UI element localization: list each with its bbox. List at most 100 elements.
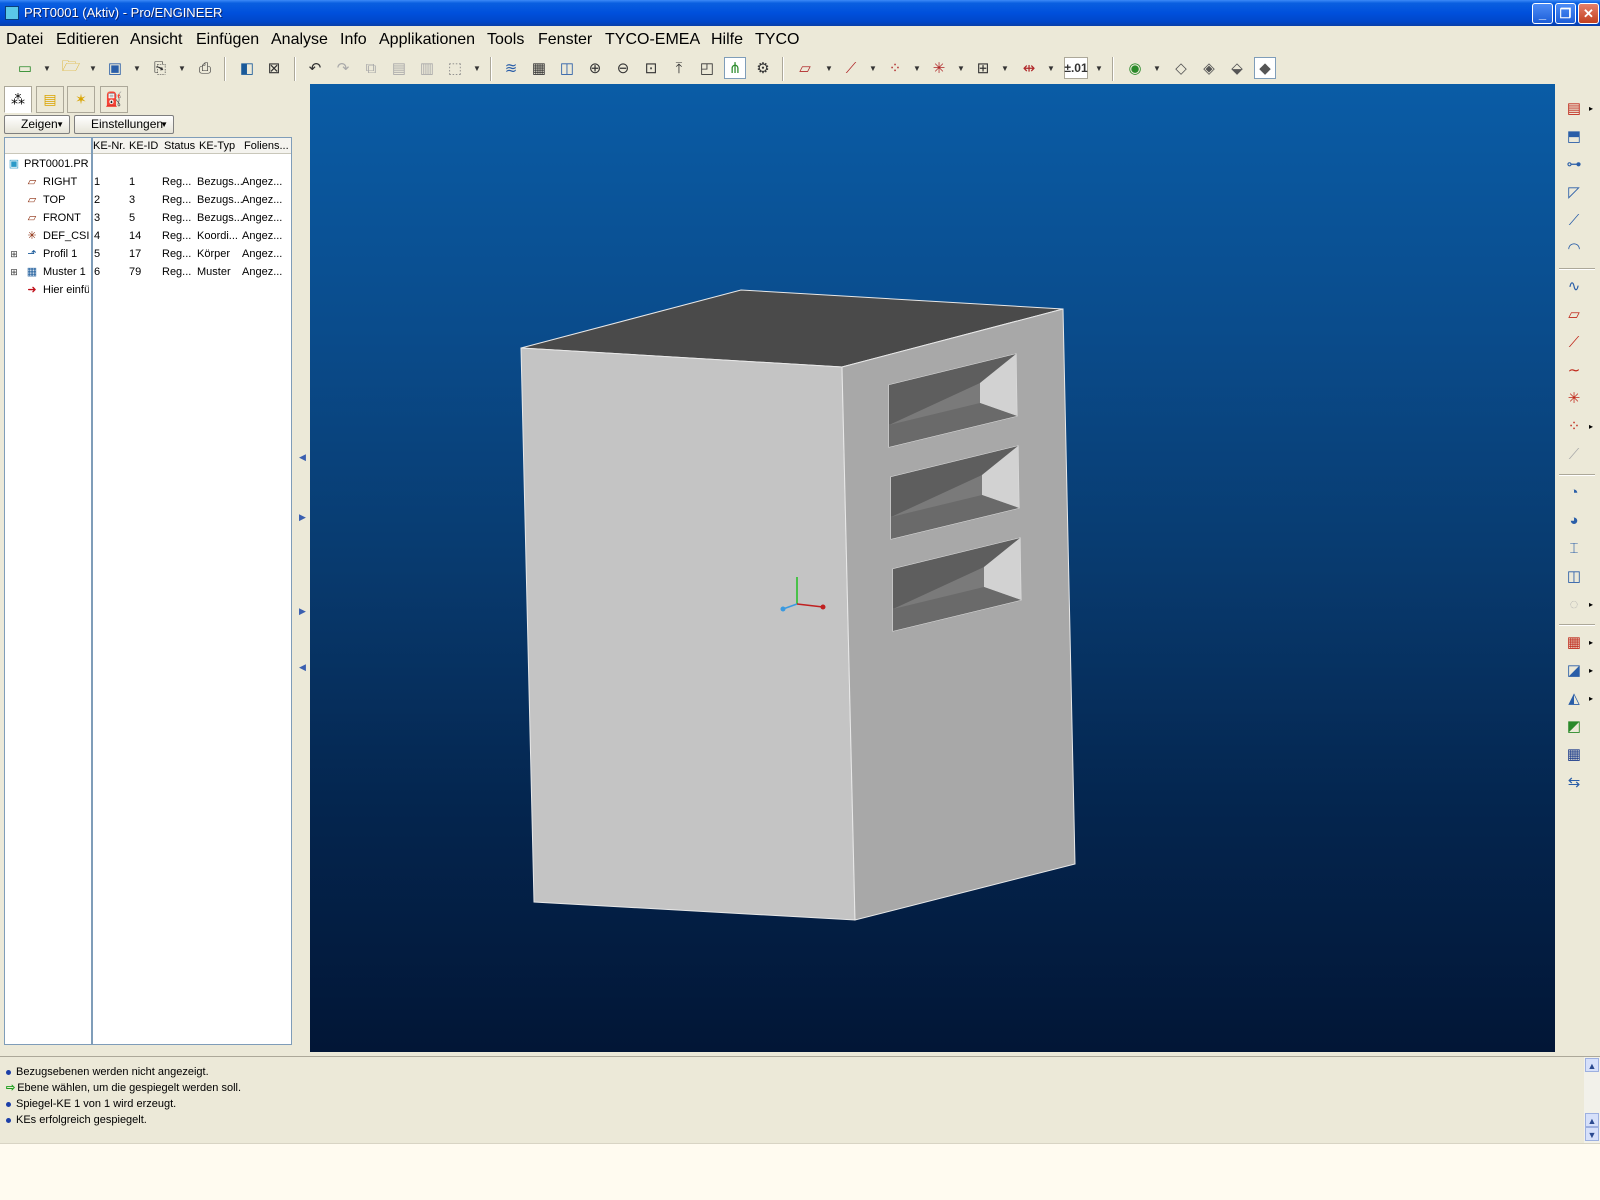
- datum-axis-display-icon[interactable]: ⟋: [840, 57, 862, 79]
- datum-point-display-icon[interactable]: ⁘: [884, 57, 906, 79]
- sketch-tool-icon[interactable]: ∿: [1563, 276, 1585, 298]
- column-header-layer[interactable]: Foliens...: [244, 138, 290, 154]
- collapse-left-icon[interactable]: ◀: [299, 662, 306, 673]
- chevron-down-icon[interactable]: ▼: [88, 57, 98, 79]
- chevron-down-icon[interactable]: ▼: [1152, 57, 1162, 79]
- tolerance-display-button[interactable]: ±.01: [1064, 57, 1088, 79]
- tree-row-insert-here[interactable]: ➜ Hier einfü: [5, 281, 291, 299]
- rib-tool-icon[interactable]: ◸: [1563, 182, 1585, 204]
- trim-tool-icon[interactable]: ◩: [1563, 716, 1585, 738]
- repaint-icon[interactable]: ◫: [556, 57, 578, 79]
- menu-einfuegen[interactable]: Einfügen: [196, 31, 259, 49]
- annotation-display-icon[interactable]: ⊞: [972, 57, 994, 79]
- expand-icon[interactable]: ⊞: [7, 265, 21, 279]
- maximize-button[interactable]: ❐: [1555, 3, 1576, 24]
- no-hidden-icon[interactable]: ⬙: [1226, 57, 1248, 79]
- message-vertical-scrollbar[interactable]: ▲ ▲ ▼: [1584, 1057, 1600, 1143]
- save-icon[interactable]: ▣: [104, 57, 126, 79]
- menu-tyco-emea[interactable]: TYCO-EMEA: [605, 31, 700, 49]
- model-view[interactable]: [310, 84, 1555, 1052]
- part-front-face[interactable]: [520, 347, 856, 921]
- tree-row-def-csys[interactable]: ✳ DEF_CSI 4 14 Reg... Koordi... Angez...: [5, 227, 291, 245]
- hole-tool-icon[interactable]: ⬒: [1563, 126, 1585, 148]
- datum-plane-tool-icon[interactable]: ▤: [1563, 98, 1585, 120]
- window-activate-icon[interactable]: ◧: [236, 57, 258, 79]
- menu-hilfe[interactable]: Hilfe: [711, 31, 743, 49]
- menu-tyco[interactable]: TYCO: [755, 31, 799, 49]
- tree-row-muster-1[interactable]: ⊞ ▦ Muster 1 6 79 Reg... Muster Angez...: [5, 263, 291, 281]
- expand-right-icon[interactable]: ▸: [1589, 660, 1597, 682]
- blend-tool-icon[interactable]: ◫: [1563, 566, 1585, 588]
- menu-fenster[interactable]: Fenster: [538, 31, 592, 49]
- coordinate-system-display-icon[interactable]: ✳: [928, 57, 950, 79]
- sweep-tool-icon[interactable]: ⌶: [1563, 538, 1585, 560]
- column-header-ke-typ[interactable]: KE-Typ: [199, 138, 235, 154]
- connections-tab-icon[interactable]: ⛽: [100, 86, 128, 113]
- graphics-window[interactable]: [310, 84, 1555, 1052]
- copy-tool-icon[interactable]: ▦: [1563, 632, 1585, 654]
- saved-views-icon[interactable]: ◰: [696, 57, 718, 79]
- draft-tool-icon[interactable]: ⟋: [1563, 210, 1585, 232]
- print-icon[interactable]: ⎙: [194, 57, 216, 79]
- curve-tool-icon[interactable]: ∼: [1563, 360, 1585, 382]
- menu-tools[interactable]: Tools: [487, 31, 524, 49]
- window-close-icon[interactable]: ⊠: [263, 57, 285, 79]
- paste-icon[interactable]: ▤: [388, 57, 410, 79]
- save-copy-icon[interactable]: ⎘: [149, 57, 171, 79]
- chevron-down-icon[interactable]: ▼: [824, 57, 834, 79]
- chevron-down-icon[interactable]: ▼: [1000, 57, 1010, 79]
- datum-plane-display-icon[interactable]: ▱: [794, 57, 816, 79]
- column-header-ke-id[interactable]: KE-ID: [129, 138, 158, 154]
- undo-icon[interactable]: ↶: [304, 57, 326, 79]
- chevron-down-icon[interactable]: ▼: [1094, 57, 1104, 79]
- expand-right-icon[interactable]: ▶: [299, 512, 306, 523]
- paste-special-icon[interactable]: ▥: [416, 57, 438, 79]
- expand-right-icon[interactable]: ▸: [1589, 594, 1597, 616]
- scroll-up-icon[interactable]: ▲: [1585, 1058, 1599, 1072]
- copy-icon[interactable]: ⧉: [360, 57, 382, 79]
- expand-right-icon[interactable]: ▸: [1589, 688, 1597, 710]
- revolve-tool-icon[interactable]: ◕: [1563, 510, 1585, 532]
- mirror-tool-icon[interactable]: ◭: [1563, 688, 1585, 710]
- show-dropdown[interactable]: Zeigen ▼: [4, 115, 70, 134]
- chevron-down-icon[interactable]: ▼: [1046, 57, 1056, 79]
- scroll-down-icon[interactable]: ▼: [1585, 1127, 1599, 1141]
- zoom-out-icon[interactable]: ⊖: [612, 57, 634, 79]
- model-tree-tab-icon[interactable]: ⁂: [4, 86, 32, 113]
- menu-info[interactable]: Info: [340, 31, 367, 49]
- layers-icon[interactable]: ≋: [500, 57, 522, 79]
- expand-right-icon[interactable]: ▸: [1589, 632, 1597, 654]
- csys-tool-icon[interactable]: ✳: [1563, 388, 1585, 410]
- menu-analyse[interactable]: Analyse: [271, 31, 328, 49]
- chevron-down-icon[interactable]: ▼: [868, 57, 878, 79]
- menu-editieren[interactable]: Editieren: [56, 31, 119, 49]
- settings-dropdown[interactable]: Einstellungen ▼: [74, 115, 174, 134]
- tree-row-front[interactable]: ▱ FRONT 3 5 Reg... Bezugs... Angez...: [5, 209, 291, 227]
- round-tool-icon[interactable]: ◠: [1563, 238, 1585, 260]
- axis-tool-icon[interactable]: ⟋: [1563, 332, 1585, 354]
- expand-right-icon[interactable]: ▸: [1589, 416, 1597, 438]
- column-header-status[interactable]: Status: [164, 138, 195, 154]
- column-header-ke-nr[interactable]: KE-Nr.: [93, 138, 125, 154]
- close-button[interactable]: ✕: [1578, 3, 1599, 24]
- orient-mode-icon[interactable]: ⚙: [752, 57, 774, 79]
- tree-row-top[interactable]: ▱ TOP 2 3 Reg... Bezugs... Angez...: [5, 191, 291, 209]
- chevron-down-icon[interactable]: ▼: [177, 57, 187, 79]
- collapse-left-icon[interactable]: ◀: [299, 452, 306, 463]
- dimension-display-icon[interactable]: ⇹: [1018, 57, 1040, 79]
- chevron-down-icon[interactable]: ▼: [472, 57, 482, 79]
- tree-row-right[interactable]: ▱ RIGHT 1 1 Reg... Bezugs... Angez...: [5, 173, 291, 191]
- pattern-tool-icon[interactable]: ◌: [1563, 594, 1585, 616]
- minimize-button[interactable]: _: [1532, 3, 1553, 24]
- expand-right-icon[interactable]: ▶: [299, 606, 306, 617]
- redo-icon[interactable]: ↷: [332, 57, 354, 79]
- wireframe-icon[interactable]: ◇: [1170, 57, 1192, 79]
- hidden-line-icon[interactable]: ◈: [1198, 57, 1220, 79]
- menu-applikationen[interactable]: Applikationen: [379, 31, 475, 49]
- shell-tool-icon[interactable]: ⊶: [1563, 154, 1585, 176]
- new-file-icon[interactable]: ▭: [14, 57, 36, 79]
- expand-right-icon[interactable]: ▸: [1589, 98, 1597, 120]
- regenerate-icon[interactable]: ▦: [528, 57, 550, 79]
- zoom-in-icon[interactable]: ⊕: [584, 57, 606, 79]
- plane-tool-icon[interactable]: ▱: [1563, 304, 1585, 326]
